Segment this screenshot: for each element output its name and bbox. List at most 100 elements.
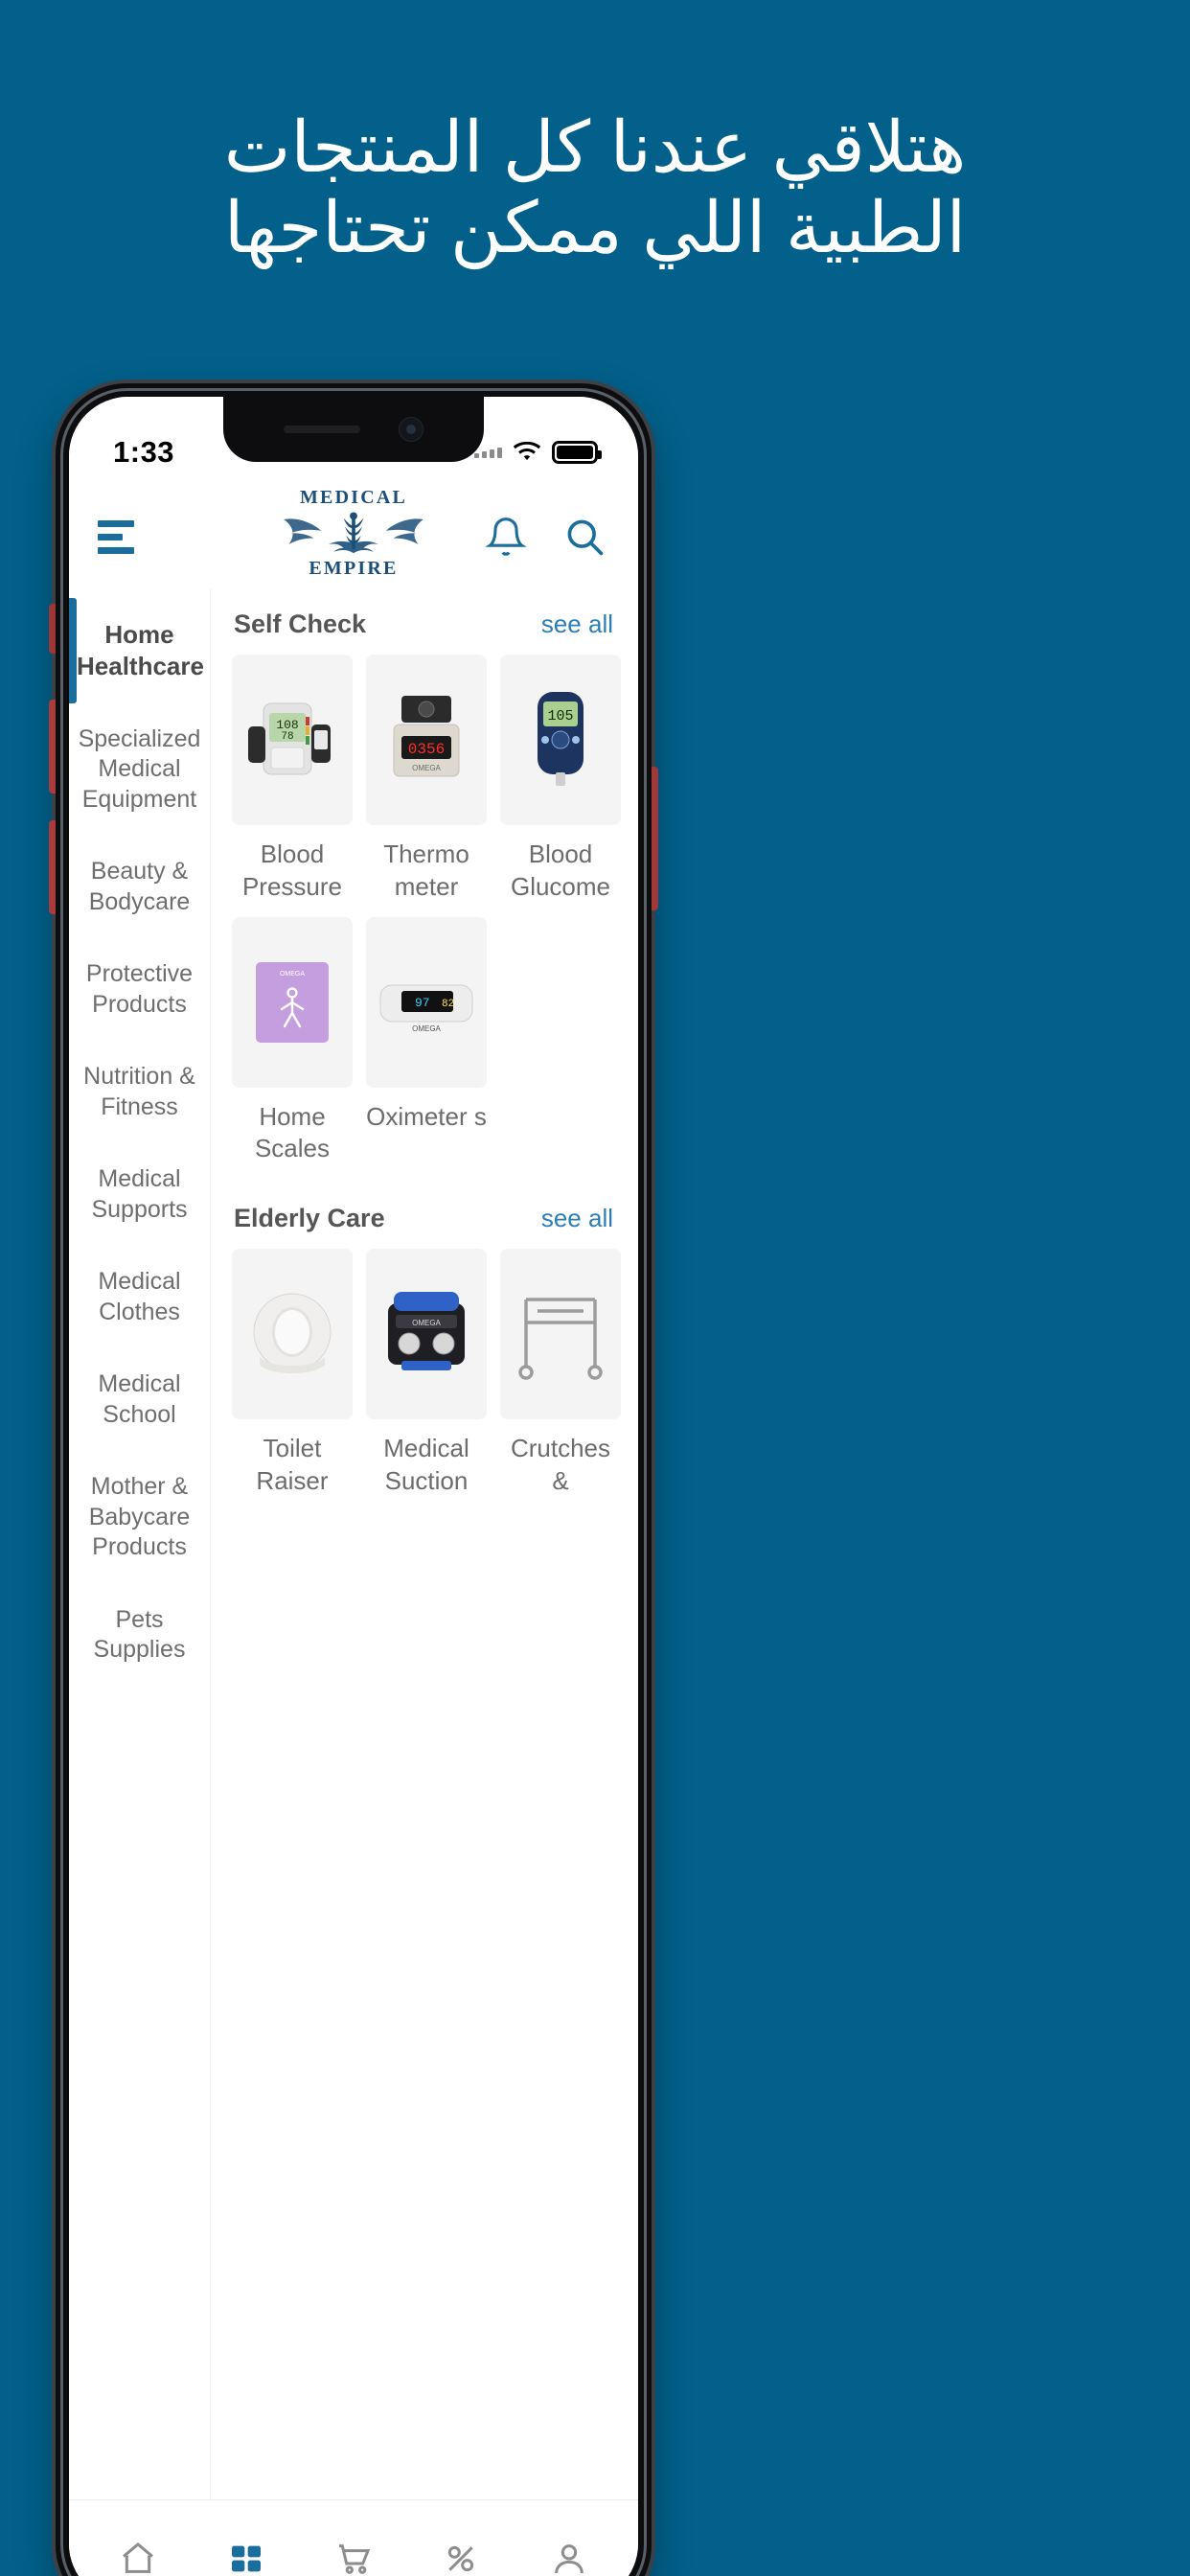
promo-line-2: الطبية اللي ممكن تحتاجها: [223, 188, 967, 268]
volume-up-button[interactable]: [49, 700, 56, 794]
offers-icon: [448, 2545, 474, 2571]
sidebar-item-protective-products[interactable]: Protective Products: [69, 938, 210, 1041]
earpiece-speaker: [284, 426, 360, 433]
see-all-link-elderly-care[interactable]: see all: [541, 1204, 613, 1233]
sidebar-item-label: Pets Supplies: [93, 1605, 186, 1664]
sidebar-item-label: Specialized Medical Equipment: [78, 724, 201, 813]
nav-item-home[interactable]: [119, 2540, 157, 2576]
nav-item-account[interactable]: [550, 2540, 588, 2576]
product-card-toilet-raiser[interactable]: Toilet Raiser: [232, 1249, 353, 1498]
glucose-meter: 105: [538, 692, 584, 786]
product-label: Blood Glucome: [510, 840, 611, 901]
search-icon[interactable]: [563, 515, 606, 559]
account-icon: [554, 2543, 584, 2573]
sidebar-item-label: Medical Clothes: [98, 1268, 181, 1325]
front-camera: [399, 417, 423, 442]
sidebar-item-specialized-medical-equipment[interactable]: Specialized Medical Equipment: [69, 703, 210, 837]
section-title: Elderly Care: [234, 1204, 385, 1233]
brand-logo[interactable]: MEDICAL EMPIRE: [273, 487, 434, 580]
product-card-blood-glucome[interactable]: 105 Blood Glucome: [500, 655, 621, 904]
hamburger-menu-icon[interactable]: [98, 519, 134, 554]
sidebar-item-nutrition-fitness[interactable]: Nutrition & Fitness: [69, 1041, 210, 1143]
sidebar-item-medical-school[interactable]: Medical School: [69, 1348, 210, 1451]
product-image: 105: [500, 655, 621, 825]
signal-dots-icon: [474, 447, 502, 458]
section-header-self-check: Self Check see all: [232, 588, 621, 655]
sidebar-item-label: Beauty & Bodycare: [88, 858, 191, 915]
nav-item-categories[interactable]: [227, 2540, 265, 2576]
thermometer-device: 0356 OMEGA: [393, 696, 460, 777]
power-button[interactable]: [652, 767, 658, 910]
wifi-icon: [513, 442, 541, 461]
app-content: Home Healthcare Specialized Medical Equi…: [69, 588, 638, 2576]
product-image: 108 78: [232, 655, 353, 825]
section-header-elderly-care: Elderly Care see all: [232, 1183, 621, 1249]
product-image: OMEGA: [232, 916, 353, 1088]
sidebar-item-label: Protective Products: [85, 960, 194, 1018]
nav-item-cart[interactable]: [334, 2540, 373, 2576]
cart-icon: [338, 2543, 371, 2574]
product-image: 0356 OMEGA: [366, 655, 487, 825]
product-card-oximeters[interactable]: 97 82 OMEGA Oximeter s: [366, 916, 487, 1166]
product-label: Oximeter s: [366, 1101, 487, 1131]
product-card-crutches[interactable]: Crutches &: [500, 1249, 621, 1498]
product-image: 97 82 OMEGA: [366, 916, 487, 1088]
product-label: Blood Pressure: [241, 840, 343, 901]
svg-text:OMEGA: OMEGA: [412, 764, 441, 772]
phone-screen: 1:33 MEDICAL EMPIRE Home Healthcare Spec…: [69, 397, 638, 2576]
sidebar-item-medical-clothes[interactable]: Medical Clothes: [69, 1246, 210, 1348]
nav-item-offers[interactable]: [442, 2540, 480, 2576]
section-title: Self Check: [234, 610, 367, 638]
phone-mockup: 1:33 MEDICAL EMPIRE Home Healthcare Spec…: [49, 383, 658, 2576]
svg-text:97: 97: [415, 996, 430, 1010]
product-card-thermometer[interactable]: 0356 OMEGA Thermo meter: [366, 655, 487, 904]
bottom-navigation: [69, 2499, 638, 2576]
product-image: OMEGA: [366, 1249, 487, 1420]
sidebar-item-beauty-bodycare[interactable]: Beauty & Bodycare: [69, 836, 210, 938]
silence-switch[interactable]: [49, 604, 56, 654]
sidebar-item-medical-supports[interactable]: Medical Supports: [69, 1143, 210, 1246]
app-header: MEDICAL EMPIRE: [69, 485, 638, 588]
promo-line-1: هتلاقي عندنا كل المنتجات: [223, 107, 967, 187]
toilet-raiser: [253, 1293, 332, 1374]
svg-text:OMEGA: OMEGA: [412, 1319, 441, 1327]
categories-icon: [231, 2545, 261, 2571]
sidebar-item-home-healthcare[interactable]: Home Healthcare: [69, 598, 210, 703]
see-all-link-self-check[interactable]: see all: [541, 610, 613, 639]
header-actions: [485, 515, 606, 559]
battery-full-icon: [552, 441, 602, 464]
pulse-oximeter: 97 82 OMEGA: [379, 984, 473, 1033]
product-label: Toilet Raiser: [256, 1434, 329, 1495]
promo-headline: هتلاقي عندنا كل المنتجات الطبية اللي ممك…: [0, 107, 1190, 269]
home-scale: OMEGA: [256, 961, 329, 1043]
sidebar-item-pets-supplies[interactable]: Pets Supplies: [69, 1584, 210, 1687]
product-card-home-scales[interactable]: OMEGA Home Scales: [232, 916, 353, 1166]
product-image: [500, 1249, 621, 1420]
product-label: Crutches &: [510, 1434, 611, 1495]
svg-text:108: 108: [276, 718, 298, 732]
status-time: 1:33: [113, 435, 175, 469]
product-card-blood-pressure[interactable]: 108 78 Blood Pressure: [232, 655, 353, 904]
svg-text:82: 82: [442, 999, 454, 1010]
category-sidebar[interactable]: Home Healthcare Specialized Medical Equi…: [69, 588, 211, 2576]
sidebar-item-label: Home Healthcare: [77, 620, 204, 680]
product-card-medical-suction[interactable]: OMEGA Medical Suction: [366, 1249, 487, 1498]
svg-text:105: 105: [547, 708, 573, 724]
product-image: [232, 1249, 353, 1420]
status-indicators: [474, 441, 602, 464]
device-notch: [223, 397, 484, 462]
caduceus-wings-icon: [284, 512, 423, 554]
sidebar-item-label: Mother & Babycare Products: [88, 1473, 191, 1560]
medical-suction-machine: OMEGA: [388, 1292, 465, 1371]
home-icon: [123, 2542, 154, 2573]
logo-top-text: MEDICAL: [299, 487, 408, 508]
svg-text:OMEGA: OMEGA: [412, 1024, 441, 1033]
bell-icon[interactable]: [485, 515, 527, 559]
blood-pressure-monitor: 108 78: [248, 702, 331, 775]
volume-down-button[interactable]: [49, 820, 56, 914]
sidebar-item-label: Medical Supports: [91, 1165, 188, 1223]
svg-text:78: 78: [281, 731, 293, 743]
product-label: Home Scales: [254, 1101, 331, 1163]
sidebar-item-mother-babycare-products[interactable]: Mother & Babycare Products: [69, 1451, 210, 1584]
sidebar-item-label: Medical School: [98, 1370, 181, 1428]
